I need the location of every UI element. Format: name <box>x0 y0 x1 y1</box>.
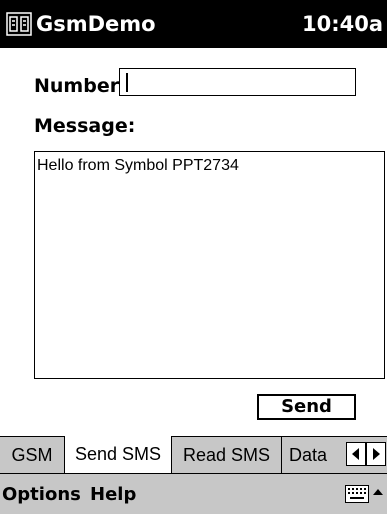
clock[interactable]: 10:40a <box>302 11 383 37</box>
menu-help[interactable]: Help <box>90 484 136 506</box>
tab-scroll-right-button[interactable] <box>366 442 386 466</box>
tab-scroll-left-button[interactable] <box>346 442 366 466</box>
keyboard-icon[interactable] <box>345 485 369 503</box>
send-button[interactable]: Send <box>257 394 356 420</box>
menu-bar: Options Help <box>0 473 387 514</box>
title-bar: GsmDemo 10:40a <box>0 0 387 48</box>
triangle-up-icon[interactable] <box>372 486 384 498</box>
tab-bar: GSM Send SMS Read SMS Data <box>0 436 387 473</box>
text-caret <box>126 73 128 92</box>
message-text: Hello from Symbol PPT2734 <box>37 157 239 174</box>
tab-data[interactable]: Data <box>282 437 346 473</box>
number-label: Number: <box>34 75 127 97</box>
tab-gsm[interactable]: GSM <box>0 437 65 473</box>
triangle-right-icon <box>373 448 380 460</box>
tab-send-sms[interactable]: Send SMS <box>65 436 172 473</box>
triangle-left-icon <box>352 448 359 460</box>
menu-options[interactable]: Options <box>2 484 81 506</box>
app-title: GsmDemo <box>36 12 156 36</box>
number-input[interactable] <box>119 68 356 96</box>
message-textarea[interactable]: Hello from Symbol PPT2734 <box>34 151 385 379</box>
message-label: Message: <box>34 115 136 137</box>
app-icon[interactable] <box>6 12 32 36</box>
tab-read-sms[interactable]: Read SMS <box>172 437 282 473</box>
